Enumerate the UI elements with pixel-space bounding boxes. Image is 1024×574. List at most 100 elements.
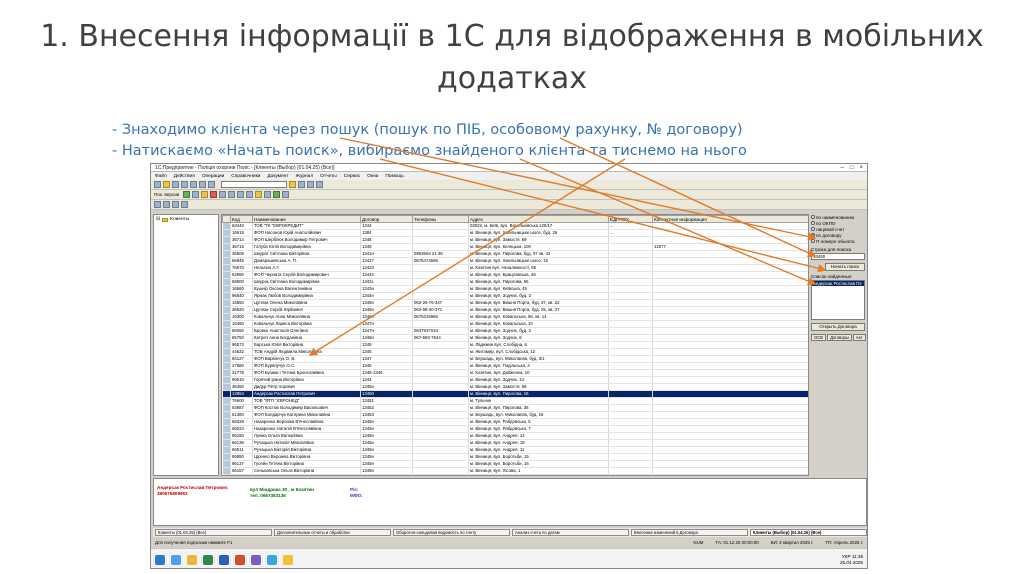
menu-item[interactable]: Журнал [296, 174, 314, 179]
table-row[interactable]: 13854 Андерсак Ростислав Петрович 13450 м. … [222, 390, 808, 398]
minimize-icon[interactable]: – [841, 165, 844, 171]
column-header[interactable]: Контактная информация [652, 215, 808, 223]
sort-icon[interactable] [246, 191, 254, 198]
excel-icon[interactable] [203, 554, 213, 565]
menu-item[interactable]: Файл [155, 174, 167, 179]
table-row[interactable]: 63687 ФОП Костюк Володимир Васильович 1345… [222, 404, 808, 412]
menu-item[interactable]: Действия [174, 174, 195, 179]
table-row[interactable]: 36606 Шкурат Світлана Вікторівна 1341н 0963… [222, 250, 808, 258]
table-row[interactable]: 76670 Нельпин А.Г. 13423 м. Козятин вул. Не… [222, 264, 808, 272]
telegram-icon[interactable] [267, 554, 277, 565]
table-row[interactable]: 96840 Ярмак Любов Володимирівна 1344н м. Ві… [222, 292, 808, 300]
panel-tab[interactable]: ОСВ [811, 334, 827, 341]
help-icon[interactable] [316, 181, 323, 188]
keyboard-lang[interactable]: УКР [842, 554, 851, 559]
column-header[interactable]: Адрес [468, 215, 609, 223]
folder-up-icon[interactable] [255, 191, 263, 198]
find-icon[interactable] [289, 181, 296, 188]
filter-icon[interactable] [237, 191, 245, 198]
window-tab[interactable]: Внесение изменений в Договора [631, 529, 748, 536]
panel-tab[interactable]: Акт [852, 334, 866, 341]
menu-item[interactable]: Отчеты [320, 174, 337, 179]
expand-icon[interactable]: ⊟ [156, 217, 160, 222]
column-header[interactable]: ЕДРПОУ [608, 215, 653, 223]
explorer-icon[interactable] [187, 554, 197, 565]
radio-icon[interactable] [811, 215, 815, 219]
table-row[interactable]: 62860 ФОП Черната Сергій Володимирович 134… [222, 271, 808, 279]
close-icon[interactable]: × [859, 165, 863, 171]
panel-tab[interactable]: Договоры [827, 334, 852, 341]
table-row[interactable]: 36620 Цуплак Сергій Юрійович 1346н 063-98-4… [222, 306, 808, 314]
first-icon[interactable] [154, 201, 161, 208]
maximize-icon[interactable]: □ [850, 165, 854, 171]
table-row[interactable]: 66157 Сеньковська Ольга Вікторівна 1345н м.… [222, 467, 808, 475]
calc-icon[interactable] [298, 181, 305, 188]
prev-icon[interactable] [163, 201, 170, 208]
window-tab[interactable]: Клиенты (Выбор) (01.04.25) (Все) [750, 529, 867, 536]
window-tab[interactable]: Клиенты (01.04.25) (Все) [155, 529, 272, 536]
table-row[interactable]: 63440 ТОВ "ТК "ЕВРОКРЕДИТ" 1344 03022, м. К… [222, 222, 808, 230]
table-row[interactable]: 96573 Барська Юлія Вікторівна 1349 м. Ладиж… [222, 341, 808, 349]
menu-item[interactable]: Операции [202, 174, 224, 179]
table-row[interactable]: 36714 ФОП Шерблюк Володимир Петрович 1348 м… [222, 236, 808, 244]
table-row[interactable]: 66946 Домарашевська А. П. 13427 0675474595 м… [222, 257, 808, 265]
table-row[interactable]: 27680 ФОП Бурвлучук О.С. 1348 м. Вінниця, в… [222, 362, 808, 370]
tree-icon[interactable] [228, 191, 236, 198]
add-icon[interactable] [183, 191, 191, 198]
table-row[interactable]: 16619 ФОП Насонов Юрій Анатолійович 1384 м.… [222, 229, 808, 237]
copy-row-icon[interactable] [192, 191, 200, 198]
radio-icon[interactable] [811, 239, 815, 243]
table-row[interactable]: 66136 Ручацька Наталія Миколаївна 1345н м. … [222, 439, 808, 447]
start-icon[interactable] [155, 554, 165, 565]
app-icon[interactable] [235, 554, 245, 565]
table-row[interactable]: 68328 Назаренко Вероніка В'ячеславівна 134… [222, 418, 808, 426]
onec-icon[interactable] [283, 554, 293, 565]
print-icon[interactable] [181, 181, 188, 188]
menu-item[interactable]: Помощь [385, 174, 404, 179]
table-row[interactable]: 44632 ТОВ Андрій Людмила Миколаївна 1345 м.… [222, 348, 808, 356]
menu-item[interactable]: Окна [367, 174, 378, 179]
table-row[interactable]: 96510 Горячий Ірина Вікторівна 1344 м. Вінн… [222, 376, 808, 384]
window-tab[interactable]: Анализ счета по датам [512, 529, 629, 536]
search-input[interactable]: 13450 [811, 253, 865, 260]
table-row[interactable]: 31778 ФОП Бузаки і Тетяна Бронславівна 134… [222, 369, 808, 377]
table-row[interactable]: 16300 Ковальчук Анна Миколаївна 1346н 06753… [222, 313, 808, 321]
table-row[interactable]: 66050 Бровко Анастасія Олегівна 1347н 06379… [222, 327, 808, 335]
radio-icon[interactable] [811, 233, 815, 237]
menu-item[interactable]: Справочники [231, 174, 260, 179]
radio-icon[interactable] [811, 221, 815, 225]
table-row[interactable]: 16660 Кушнір Оксана Валентинівна 1343н м. В… [222, 285, 808, 293]
column-header[interactable]: Телефоны [412, 215, 469, 223]
new-icon[interactable] [154, 181, 161, 188]
browser-icon[interactable] [171, 554, 181, 565]
save-icon[interactable] [172, 181, 179, 188]
delete-icon[interactable] [210, 191, 218, 198]
column-header[interactable]: Код [230, 215, 253, 223]
table-row[interactable]: 26120Смолюк В. В.1345н м. Вінниця, вул. Л… [222, 474, 808, 475]
radio-icon[interactable] [811, 227, 815, 231]
open-folder-icon[interactable] [163, 181, 170, 188]
table-row[interactable]: 36350 Дидур Пётр Ігорович 1345н м. Вінниця,… [222, 383, 808, 391]
start-search-button[interactable]: Начать поиск [825, 263, 865, 271]
toolbar-combo[interactable] [221, 181, 287, 188]
last-icon[interactable] [181, 201, 188, 208]
found-item[interactable]: Андерсак Ростислав Пе [812, 281, 864, 286]
table-row[interactable]: 61380 ФОП Бондарчук Катерина Миколаївна 13… [222, 411, 808, 419]
open-contract-button[interactable]: Открыть Договора [811, 323, 865, 331]
paste-icon[interactable] [208, 181, 215, 188]
table-row[interactable]: 96137 Гусейн Тетяна Вікторівна 1345н м. Він… [222, 460, 808, 468]
menu-item[interactable]: Документ [267, 174, 288, 179]
found-list[interactable]: Андерсак Ростислав Пе [811, 280, 865, 320]
report-icon[interactable] [273, 191, 281, 198]
settings-icon[interactable] [282, 191, 290, 198]
viber-icon[interactable] [251, 554, 261, 565]
menu-item[interactable]: Сервис [344, 174, 360, 179]
hierarchy-icon[interactable] [264, 191, 272, 198]
table-row[interactable]: 16550 Цуплак Олена Миколаївна 1345н 063-26-… [222, 299, 808, 307]
table-row[interactable]: 96180 Лукіна Ольга Валеріївна 1345н м. Вінн… [222, 432, 808, 440]
window-tab[interactable]: Дополнительные отчеты и обработки [274, 529, 391, 536]
column-header[interactable]: Договор [360, 215, 413, 223]
table-row[interactable]: 66024 Назаренко Наталія В'ячеславівна 1345… [222, 425, 808, 433]
table-row[interactable]: 36715 Голуба Юлія Володимирівна 1349 м. Він… [222, 243, 808, 251]
table-row[interactable]: 94127 ФОП Варвінчук О. В. 1347 м. Бершадь, … [222, 355, 808, 363]
